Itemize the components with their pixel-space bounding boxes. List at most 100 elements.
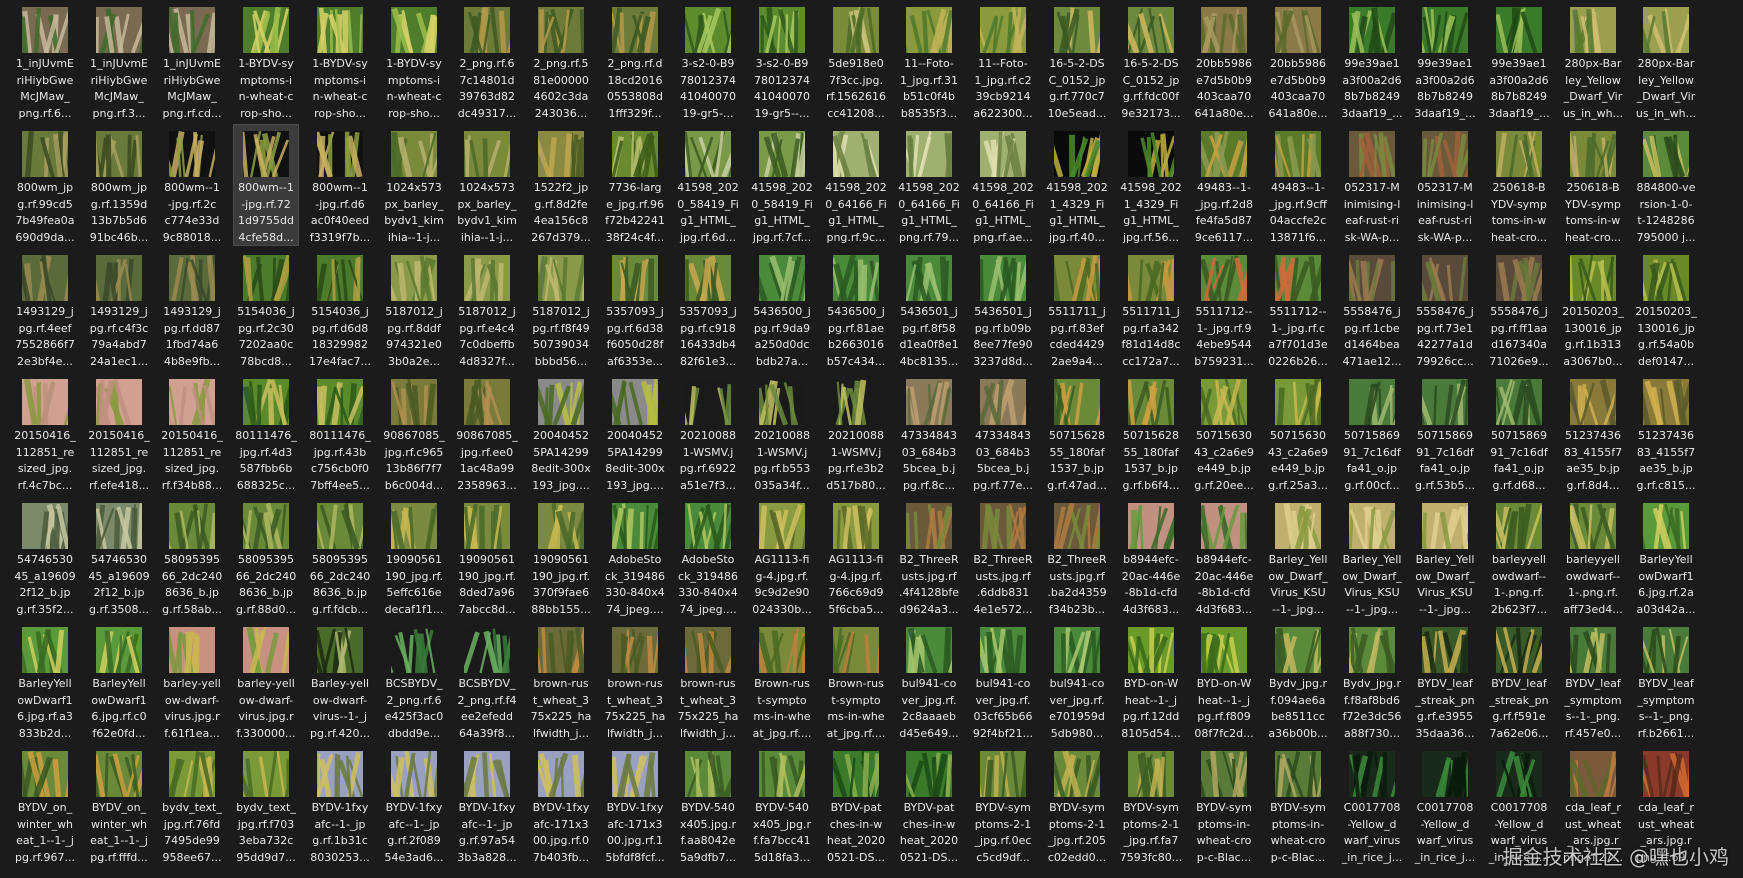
file-item[interactable]: BarleyYell owDwarf1 6.jpg.rf.a3 833b2d..… xyxy=(13,621,77,741)
file-item[interactable]: 11--Foto- 1_jpg.rf.c2 39cb9214 a622300..… xyxy=(971,1,1035,121)
file-item[interactable]: 250618-B YDV-symp toms-in-w heat-cro... xyxy=(1487,125,1551,245)
file-item[interactable]: 800wm--1 -jpg.rf.72 1d9755dd 4cfe58d... xyxy=(233,124,299,246)
file-item[interactable]: 41598_202 0_58419_Fi g1_HTML_ jpg.rf.6d.… xyxy=(676,125,740,245)
file-item[interactable]: 51237436 83_4155f7 ae35_b.jp g.rf.8d4... xyxy=(1561,373,1625,493)
file-item[interactable]: 5558476_j pg.rf.1cbe d1464bea 471ae12... xyxy=(1340,249,1404,369)
file-item[interactable]: 20bb5986 e7d5b0b9 403caa70 641a80e... xyxy=(1192,1,1256,121)
file-item[interactable]: Barley_Yell ow_Dwarf_ Virus_KSU --1-_jpg… xyxy=(1413,497,1477,617)
file-item[interactable]: 1493129_j pg.rf.c4f3c 79a4abd7 24a1ec1..… xyxy=(87,249,151,369)
file-item[interactable]: B2_ThreeR usts.jpg.rf .4f4128bfe d9624a3… xyxy=(897,497,961,617)
file-item[interactable]: 90867085_ jpg.rf.ee0 1ac48a99 2358963... xyxy=(455,373,519,493)
file-item[interactable]: 41598_202 0_64166_Fi g1_HTML_ png.rf.9c.… xyxy=(824,125,888,245)
file-item[interactable]: 80111476_ jpg.rf.4d3 587fbb6b 688325c... xyxy=(234,373,298,493)
file-item[interactable]: 20040452 5PA14299 8edit-300x 193_jpg.... xyxy=(603,373,667,493)
file-item[interactable]: BYDV-1fxy afc--1-_jp g.rf.97a54 3b3a828.… xyxy=(455,745,519,865)
file-item[interactable]: brown-rus t_wheat_3 75x225_ha lfwidth_j.… xyxy=(603,621,667,741)
file-item[interactable]: barley-yell ow-dwarf- virus.jpg.r f.61f1… xyxy=(160,621,224,741)
file-item[interactable]: AdobeSto ck_319486 330-840x4 74_jpeg.... xyxy=(603,497,667,617)
file-item[interactable]: 41598_202 1_4329_Fi g1_HTML_ jpg.rf.56..… xyxy=(1119,125,1183,245)
file-item[interactable]: bydv_text_ jpg.rf.f703 3eba732c 95dd9d7.… xyxy=(234,745,298,865)
file-item[interactable]: BYDV_on_ winter_wh eat_1--1-_j pg.rf.967… xyxy=(13,745,77,865)
file-item[interactable]: 800wm_jp g.rf.1359d 13b7b5d6 91bc46b... xyxy=(87,125,151,245)
file-item[interactable]: 99e39ae1 a3f00a2d6 8b7b8249 3daaf19_... xyxy=(1413,1,1477,121)
file-item[interactable]: 5de918e0 7f3cc.jpg. rf.1562616 cc41208..… xyxy=(824,1,888,121)
file-item[interactable]: 5187012_j pg.rf.8ddf 974321e0 3b0a2e... xyxy=(382,249,446,369)
file-item[interactable]: 20210088 1-WSMV.j pg.rf.6922 a51e7f3... xyxy=(676,373,740,493)
file-item[interactable]: 50715628 55_180faf 1537_b.jp g.rf.47ad..… xyxy=(1045,373,1109,493)
file-item[interactable]: C0017708 -Yellow_d warf_virus _in_rice_j… xyxy=(1487,745,1551,865)
file-item[interactable]: AG1113-fi g-4.jpg.rf. 766c69d9 5f6cba5..… xyxy=(824,497,888,617)
file-item[interactable]: 1024x573 px_barley_ bydv1_kim ihia--1-j.… xyxy=(382,125,446,245)
file-item[interactable]: 16-5-2-DS C_0152_jp g.rf.fdc00f 9e32173.… xyxy=(1119,1,1183,121)
file-item[interactable]: BYDV_leaf _symptom s--1-_png. rf.b2661..… xyxy=(1634,621,1698,741)
file-item[interactable]: 1-BYDV-sy mptoms-i n-wheat-c rop-sho... xyxy=(382,1,446,121)
file-item[interactable]: 20150416_ 112851_re sized_jpg. rf.efe418… xyxy=(87,373,151,493)
file-item[interactable]: 49483--1- _jpg.rf.9cff 04accfe2c 13871f6… xyxy=(1266,125,1330,245)
file-item[interactable]: 20150416_ 112851_re sized_jpg. rf.f34b88… xyxy=(160,373,224,493)
file-item[interactable]: BYDV-sym ptoms-2-1 _jpg.rf.205 c02edd0..… xyxy=(1045,745,1109,865)
file-item[interactable]: Bydv_jpg.r f.f8af8bd6 f72e3dc56 a88f730.… xyxy=(1340,621,1404,741)
file-item[interactable]: barleyyell owdwarf-- 1-.png.rf. 2b623f7.… xyxy=(1487,497,1551,617)
file-item[interactable]: 41598_202 0_58419_Fi g1_HTML_ jpg.rf.7cf… xyxy=(750,125,814,245)
file-item[interactable]: 5187012_j pg.rf.e4c4 7c0dbeffb 4d8327f..… xyxy=(455,249,519,369)
file-item[interactable]: 51237436 83_4155f7 ae35_b.jp g.rf.c815..… xyxy=(1634,373,1698,493)
file-item[interactable]: 54746530 45_a19609 2f12_b.jp g.rf.35f2..… xyxy=(13,497,77,617)
file-item[interactable]: BCSBYDV_ 2_png.rf.6 e425f3ac0 dbdd9e... xyxy=(382,621,446,741)
file-item[interactable]: 5357093_j pg.rf.6d38 f6050d28f af6353e..… xyxy=(603,249,667,369)
file-item[interactable]: Brown-rus t-sympto ms-in-whe at_jpg.rf..… xyxy=(824,621,888,741)
file-item[interactable]: 20bb5986 e7d5b0b9 403caa70 641a80e... xyxy=(1266,1,1330,121)
file-item[interactable]: bul941-co ver_jpg.rf. e701959d 5db980... xyxy=(1045,621,1109,741)
file-item[interactable]: 884800-ve rsion-1-0- t-1248286 795000 j.… xyxy=(1634,125,1698,245)
file-item[interactable]: barleyyell owdwarf-- 1-.png.rf. aff73ed4… xyxy=(1561,497,1625,617)
file-item[interactable]: BYDV-540 x405_jpg.r f.fa7bcc41 5d18fa3..… xyxy=(750,745,814,865)
file-item[interactable]: 58095395 66_2dc240 8636_b.jp g.rf.88d0..… xyxy=(234,497,298,617)
file-item[interactable]: BYDV-sym ptoms-2-1 _jpg.rf.fa7 7593fc80.… xyxy=(1119,745,1183,865)
file-item[interactable]: BarleyYell owDwarf1 6.jpg.rf.2a a03d42a.… xyxy=(1634,497,1698,617)
file-item[interactable]: 41598_202 1_4329_Fi g1_HTML_ jpg.rf.40..… xyxy=(1045,125,1109,245)
file-item[interactable]: 800wm_jp g.rf.99cd5 7b49fea0a 690d9da... xyxy=(13,125,77,245)
file-item[interactable]: 47334843 03_684b3 5bcea_b.j pg.rf.8c... xyxy=(897,373,961,493)
file-item[interactable]: 11--Foto- 1_jpg.rf.31 b51c0f4b b8535f3..… xyxy=(897,1,961,121)
file-item[interactable]: 5436500_j pg.rf.81ae b2663016 b57c434... xyxy=(824,249,888,369)
file-item[interactable]: B2_ThreeR usts.jpg.rf .ba2d4359 f34b23b.… xyxy=(1045,497,1109,617)
file-item[interactable]: 2_png.rf.6 7c14801d 39763d82 dc49317... xyxy=(455,1,519,121)
file-item[interactable]: 20150203_ 130016_jp g.rf.54a0b def0147..… xyxy=(1634,249,1698,369)
file-item[interactable]: 50715630 43_c2a6e9 e449_b.jp g.rf.20ee..… xyxy=(1192,373,1256,493)
file-item[interactable]: cda_leaf_r ust_wheat _ars.jpg.r png.rf.2… xyxy=(1561,745,1625,865)
file-item[interactable]: 20150416_ 112851_re sized_jpg. rf.4c7bc.… xyxy=(13,373,77,493)
file-item[interactable]: AG1113-fi g-4.jpg.rf. 9c9d2e90 024330b..… xyxy=(750,497,814,617)
file-item[interactable]: BYDV-sym ptoms-2-1 _jpg.rf.0ec c5cd9df..… xyxy=(971,745,1035,865)
file-item[interactable]: 1493129_j pg.rf.4eef 7552866f7 2e3bf4e..… xyxy=(13,249,77,369)
file-item[interactable]: 50715869 91_7c16df fa41_o.jp g.rf.00cf..… xyxy=(1340,373,1404,493)
file-item[interactable]: AdobeSto ck_319486 330-840x4 74_jpeg.... xyxy=(676,497,740,617)
file-item[interactable]: 20210088 1-WSMV.j pg.rf.b553 035a34f... xyxy=(750,373,814,493)
file-item[interactable]: 80111476_ jpg.rf.43b c756cb0f0 7bff4ee5.… xyxy=(308,373,372,493)
file-item[interactable]: brown-rus t_wheat_3 75x225_ha lfwidth_j.… xyxy=(676,621,740,741)
file-item[interactable]: 2_png.rf.d 18cd2016 0553808d 1fff329f... xyxy=(603,1,667,121)
file-item[interactable]: 58095395 66_2dc240 8636_b.jp g.rf.fdcb..… xyxy=(308,497,372,617)
file-item[interactable]: 5436501_j pg.rf.b09b 8ee77fe90 3237d8d..… xyxy=(971,249,1035,369)
file-item[interactable]: 19090561 190_jpg.rf. 8ded7a96 7abcc8d... xyxy=(455,497,519,617)
file-item[interactable]: BYDV-1fxy afc--1-_jp g.rf.1b31c 8030253.… xyxy=(308,745,372,865)
file-item[interactable]: 41598_202 0_64166_Fi g1_HTML_ png.rf.79.… xyxy=(897,125,961,245)
file-item[interactable]: 1_inJUvmE riHiybGwe McJMaw_ png.rf.6... xyxy=(13,1,77,121)
file-item[interactable]: 1_inJUvmE riHiybGwe McJMaw_ png.rf.3... xyxy=(87,1,151,121)
file-item[interactable]: 50715869 91_7c16df fa41_o.jp g.rf.d68... xyxy=(1487,373,1551,493)
file-item[interactable]: 5154036_j pg.rf.d6d8 18329982 17e4fac7..… xyxy=(308,249,372,369)
file-item[interactable]: b8944efc- 20ac-446e -8b1d-cfd 4d3f683... xyxy=(1192,497,1256,617)
file-item[interactable]: BYDV-1fxy afc--1-_jp g.rf.2f089 54e3ad6.… xyxy=(382,745,446,865)
file-item[interactable]: 20150203_ 130016_jp g.rf.1b313 a3067b0..… xyxy=(1561,249,1625,369)
file-item[interactable]: 50715869 91_7c16df fa41_o.jp g.rf.53b5..… xyxy=(1413,373,1477,493)
file-item[interactable]: 800wm--1 -jpg.rf.d6 ac0f40eed f3319f7b..… xyxy=(308,125,372,245)
file-item[interactable]: BarleyYell owDwarf1 6.jpg.rf.c0 f62e0fd.… xyxy=(87,621,151,741)
file-item[interactable]: BYDV-pat ches-in-w heat_2020 0521-DS... xyxy=(897,745,961,865)
file-item[interactable]: 49483--1- _jpg.rf.2d8 fe4fa5d87 9ce6117.… xyxy=(1192,125,1256,245)
file-item[interactable]: b8944efc- 20ac-446e -8b1d-cfd 4d3f683... xyxy=(1119,497,1183,617)
file-item[interactable]: BCSBYDV_ 2_png.rf.f4 ee2efedd 64a39f8... xyxy=(455,621,519,741)
file-item[interactable]: bul941-co ver_jpg.rf. 03cf65b66 92f4bf21… xyxy=(971,621,1035,741)
file-item[interactable]: 50715628 55_180faf 1537_b.jp g.rf.b6f4..… xyxy=(1119,373,1183,493)
file-item[interactable]: 16-5-2-DS C_0152_jp g.rf.770c7 10e5ead..… xyxy=(1045,1,1109,121)
file-item[interactable]: 3-s2-0-B9 78012374 41040070 19-gr5-... xyxy=(676,1,740,121)
file-item[interactable]: BYDV_leaf _streak_pn g.rf.e3955 35daa36.… xyxy=(1413,621,1477,741)
file-item[interactable]: barley-yell ow-dwarf- virus.jpg.r f.3300… xyxy=(234,621,298,741)
